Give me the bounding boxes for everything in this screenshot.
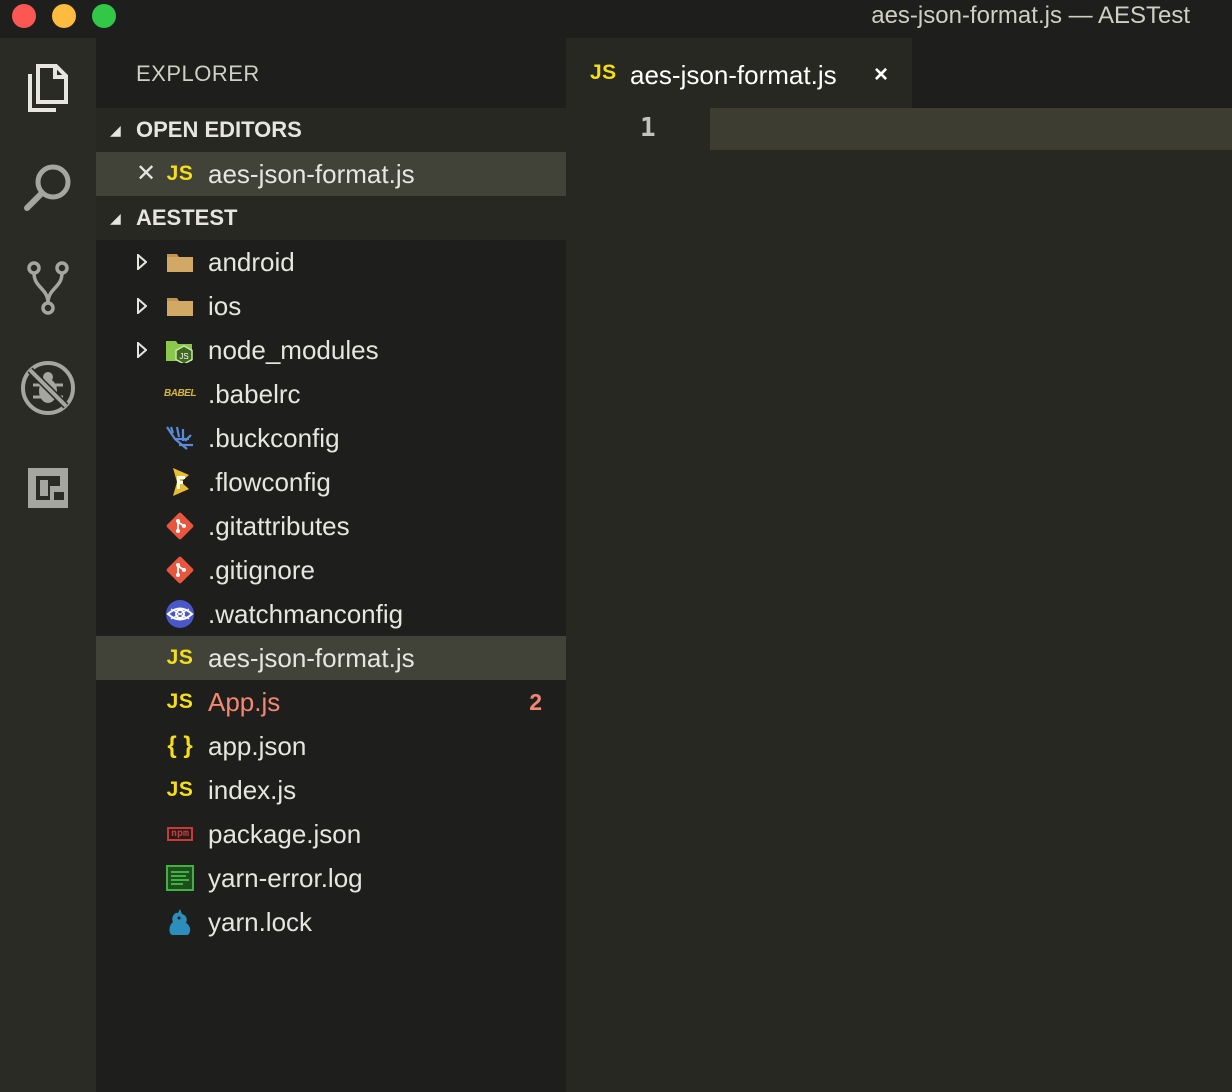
babel-icon: BABEL [164, 388, 196, 399]
open-editor-label: aes-json-format.js [208, 159, 415, 189]
watchman-icon [164, 598, 196, 630]
close-editor-icon[interactable]: ✕ [136, 152, 156, 196]
js-file-icon: JS [166, 162, 194, 185]
workspace-label: AESTEST [136, 205, 238, 230]
tree-item-label: app.json [208, 731, 307, 761]
yarn-icon [164, 906, 196, 938]
collapse-caret-icon: ◢ [110, 210, 121, 226]
maximize-window-button[interactable] [92, 4, 116, 28]
tree-item-node-modules[interactable]: JS node_modules [96, 328, 566, 372]
folder-icon [164, 290, 196, 322]
tree-item-label: .flowconfig [208, 467, 331, 497]
expand-arrow-icon[interactable] [136, 240, 148, 284]
open-editors-label: OPEN EDITORS [136, 117, 302, 142]
minimize-window-button[interactable] [52, 4, 76, 28]
no-bug-icon[interactable] [16, 356, 80, 420]
tree-item-label: android [208, 247, 295, 277]
git-icon [164, 510, 196, 542]
tab-label: aes-json-format.js [630, 60, 837, 90]
tree-item-yarn-error-log[interactable]: yarn-error.log [96, 856, 566, 900]
js-file-icon: JS [166, 646, 194, 669]
git-icon [164, 554, 196, 586]
tree-item-label: .gitignore [208, 555, 315, 585]
tree-item-label: node_modules [208, 335, 379, 365]
tree-item-yarn-lock[interactable]: yarn.lock [96, 900, 566, 944]
tree-item-label: App.js [208, 687, 281, 717]
json-icon: { } [167, 732, 193, 759]
tree-item-label: ios [208, 291, 242, 321]
editor-tab[interactable]: JS aes-json-format.js × [566, 38, 912, 108]
tree-item-label: yarn.lock [208, 907, 313, 937]
sidebar-title: EXPLORER [136, 61, 260, 86]
close-window-button[interactable] [12, 4, 36, 28]
problems-count-badge: 2 [529, 689, 542, 715]
line-number: 1 [640, 113, 656, 143]
expand-arrow-icon[interactable] [136, 284, 148, 328]
window-title: aes-json-format.js — AESTest [871, 2, 1190, 29]
tree-item-package-json[interactable]: npm package.json [96, 812, 566, 856]
tree-item-label: package.json [208, 819, 362, 849]
tree-item-index-js[interactable]: JS index.js [96, 768, 566, 812]
collapse-caret-icon: ◢ [110, 122, 121, 138]
expand-arrow-icon[interactable] [136, 328, 148, 372]
tree-item-label: .babelrc [208, 379, 301, 409]
npm-icon: npm [164, 818, 196, 850]
tree-item-watchmanconfig[interactable]: .watchmanconfig [96, 592, 566, 636]
tree-item-aes-json-format[interactable]: JS aes-json-format.js [96, 636, 566, 680]
node-folder-icon: JS [164, 334, 196, 366]
files-icon[interactable] [16, 56, 80, 120]
svg-text:JS: JS [179, 352, 188, 361]
tree-item-label: aes-json-format.js [208, 643, 415, 673]
workspace-header[interactable]: ◢ AESTEST [96, 196, 566, 240]
tree-item-android[interactable]: android [96, 240, 566, 284]
explorer-sidebar: EXPLORER ◢ OPEN EDITORS ✕ JS aes-json-fo… [96, 38, 566, 1092]
tree-item-ios[interactable]: ios [96, 284, 566, 328]
tree-item-flowconfig[interactable]: .flowconfig [96, 460, 566, 504]
close-tab-icon[interactable]: × [874, 38, 888, 112]
tree-item-gitattributes[interactable]: .gitattributes [96, 504, 566, 548]
tree-item-gitignore[interactable]: .gitignore [96, 548, 566, 592]
code-editor[interactable]: 1 [566, 108, 1232, 1092]
log-icon [164, 862, 196, 894]
open-editor-item[interactable]: ✕ JS aes-json-format.js [96, 152, 566, 196]
git-branch-icon[interactable] [16, 256, 80, 320]
tree-item-app-js[interactable]: JS App.js 2 [96, 680, 566, 724]
vscode-window: aes-json-format.js — AESTest EXPLORER ◢ … [0, 0, 1232, 1092]
js-file-icon: JS [590, 61, 617, 84]
editor-tab-bar: JS aes-json-format.js × [566, 38, 1232, 108]
js-file-icon: JS [166, 690, 194, 713]
tree-item-label: index.js [208, 775, 297, 805]
tree-item-babelrc[interactable]: BABEL .babelrc [96, 372, 566, 416]
tree-item-label: .buckconfig [208, 423, 340, 453]
extensions-icon[interactable] [16, 456, 80, 520]
js-file-icon: JS [166, 778, 194, 801]
tree-item-label: yarn-error.log [208, 863, 363, 893]
current-line-highlight [710, 108, 1232, 150]
flow-icon [164, 466, 196, 498]
tree-item-app-json[interactable]: { } app.json [96, 724, 566, 768]
tree-item-label: .gitattributes [208, 511, 350, 541]
activity-bar [0, 38, 96, 1092]
buck-icon [164, 422, 196, 454]
tree-item-label: .watchmanconfig [208, 599, 404, 629]
folder-icon [164, 246, 196, 278]
title-bar: aes-json-format.js — AESTest [0, 0, 1232, 38]
tree-item-buckconfig[interactable]: .buckconfig [96, 416, 566, 460]
search-icon[interactable] [16, 156, 80, 220]
open-editors-header[interactable]: ◢ OPEN EDITORS [96, 108, 566, 152]
